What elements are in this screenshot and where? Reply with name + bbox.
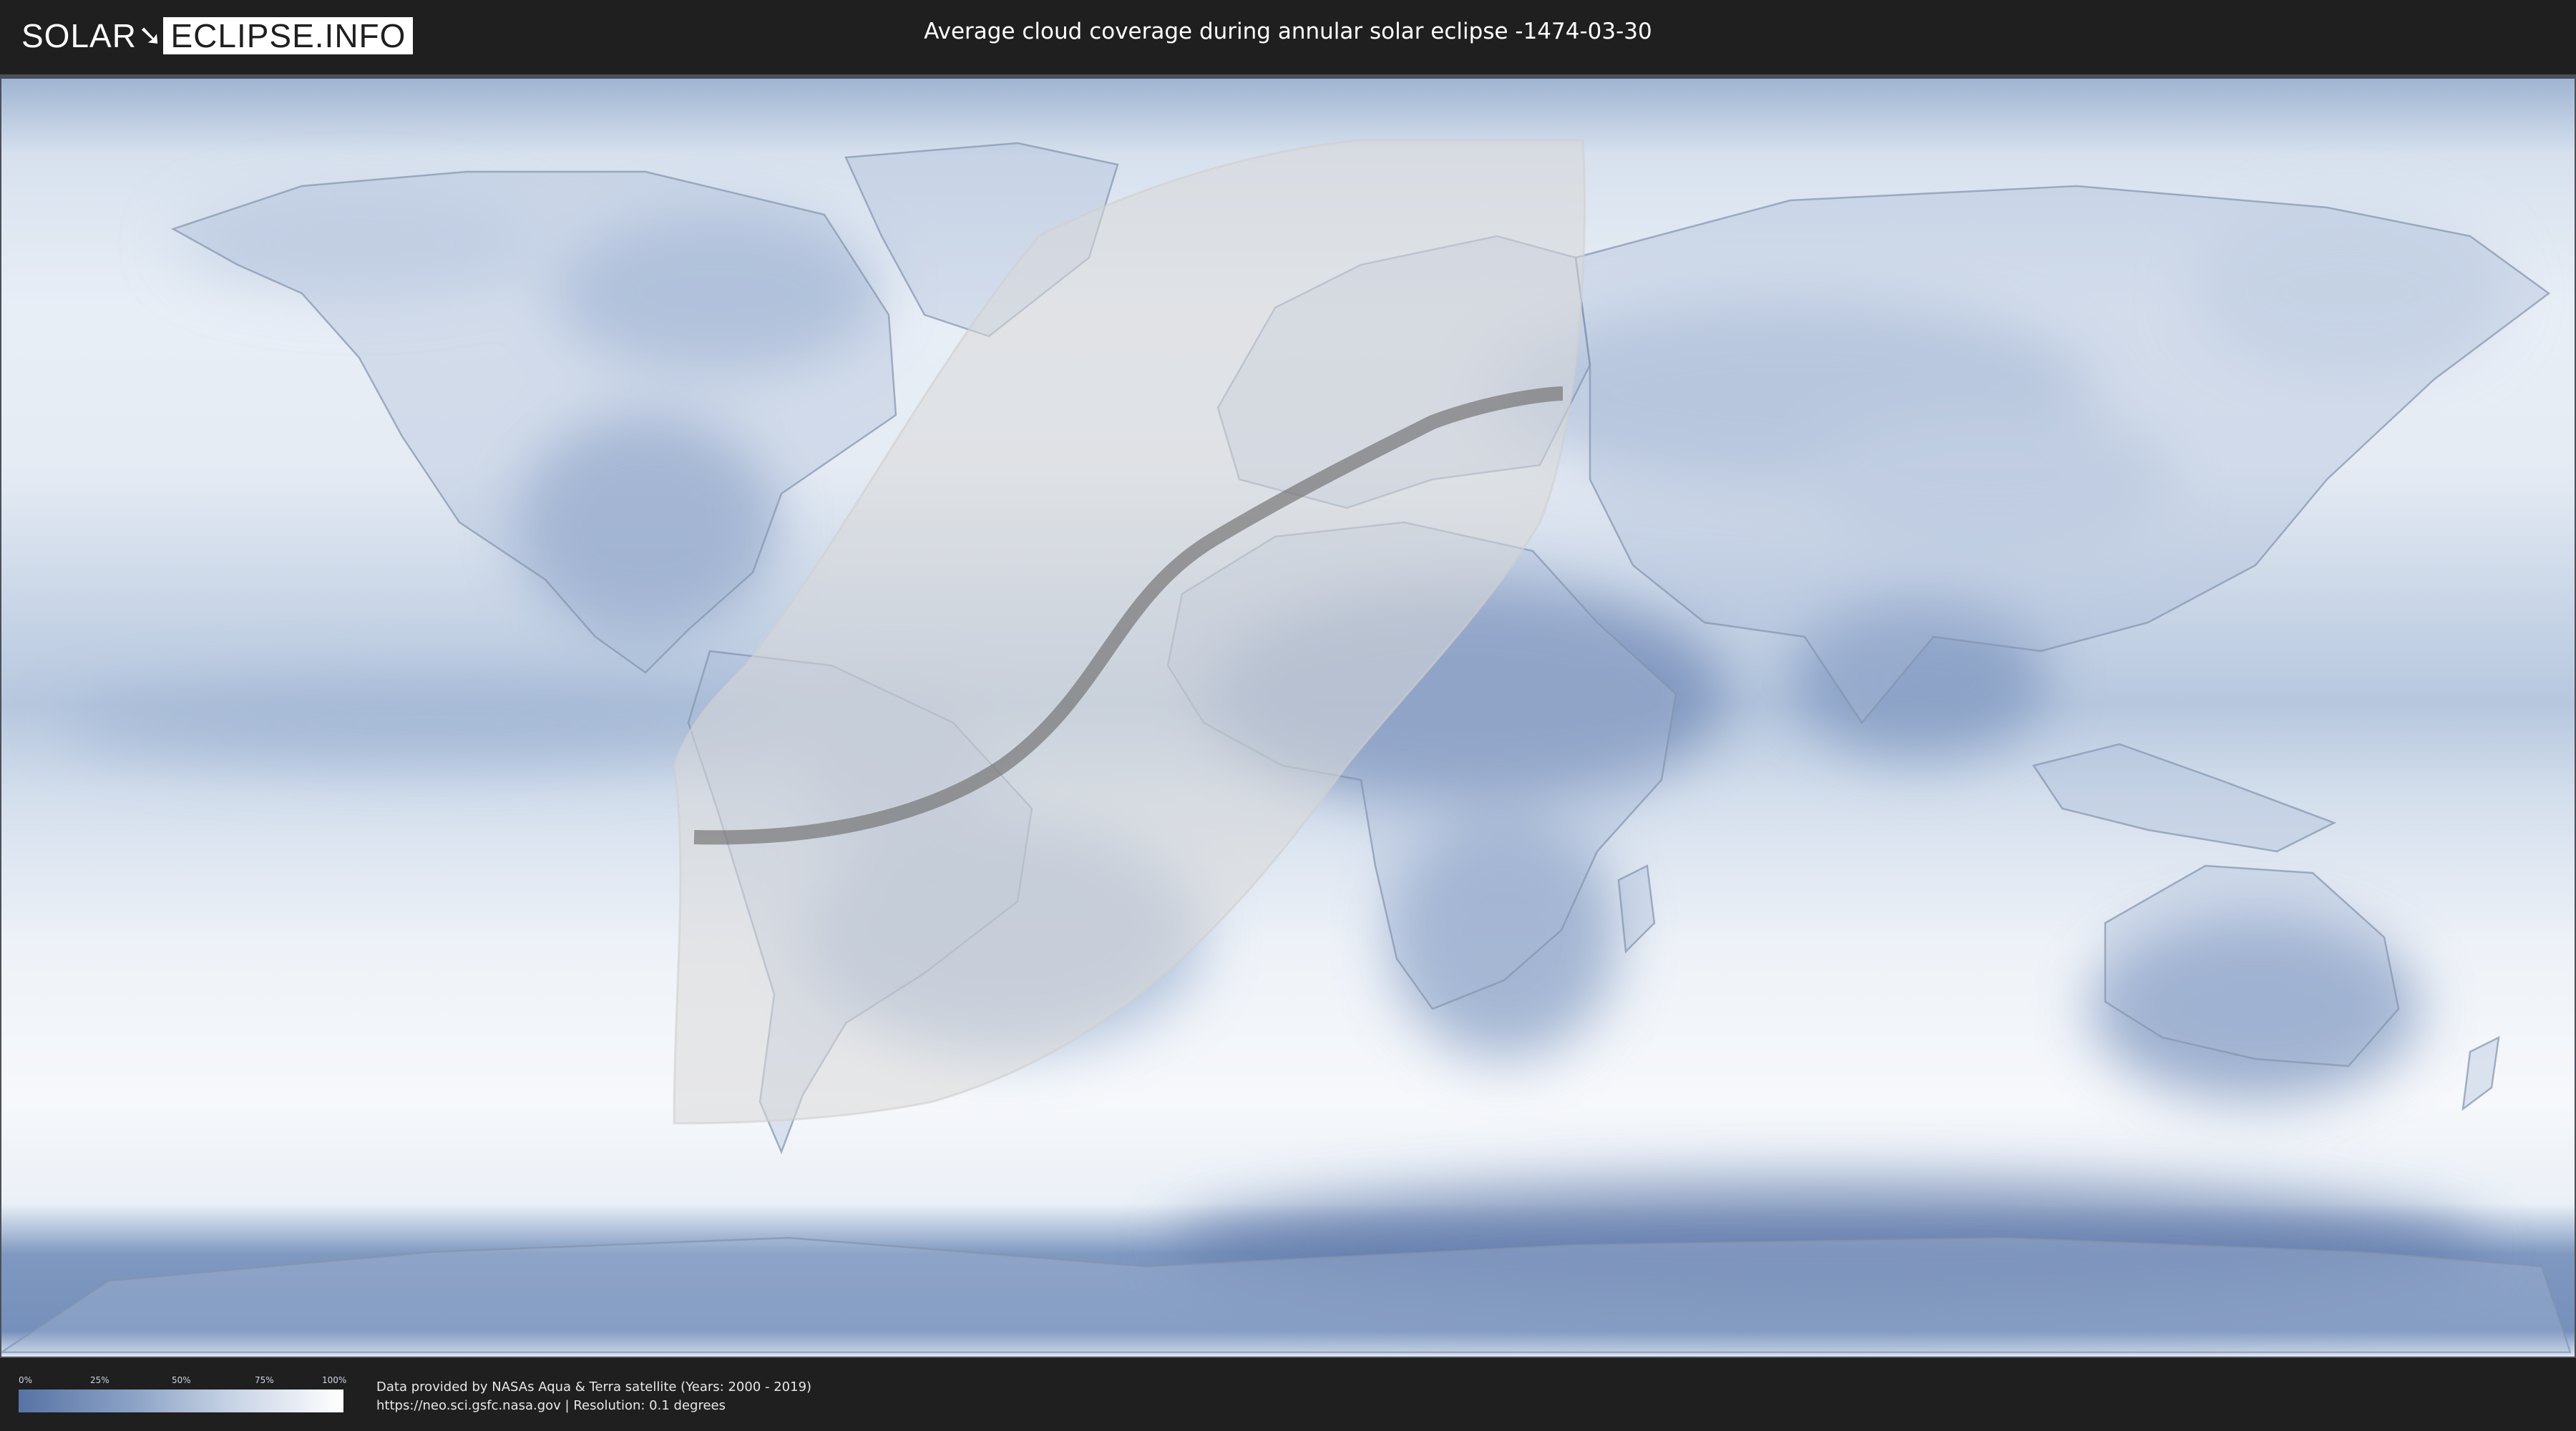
data-credit-text: Data provided by NASAs Aqua & Terra sate… bbox=[376, 1379, 812, 1395]
cloud-coverage-map[interactable] bbox=[1, 79, 2575, 1357]
legend-scale-labels: 0% 25% 50% 75% 100% bbox=[19, 1375, 347, 1387]
data-source-text: https://neo.sci.gsfc.nasa.gov | Resoluti… bbox=[376, 1398, 726, 1413]
legend-tick-label: 50% bbox=[172, 1375, 191, 1385]
footer-bar bbox=[0, 1358, 2576, 1431]
legend-tick-label: 100% bbox=[322, 1375, 347, 1385]
header-bar: SOLAR ➘ ECLIPSE.INFO Average cloud cover… bbox=[0, 0, 2576, 72]
cloud-coverage-legend-bar bbox=[19, 1390, 343, 1412]
legend-tick-label: 0% bbox=[19, 1375, 33, 1385]
legend-tick-label: 75% bbox=[255, 1375, 274, 1385]
page-title: Average cloud coverage during annular so… bbox=[924, 19, 1652, 44]
legend-tick-label: 25% bbox=[90, 1375, 109, 1385]
